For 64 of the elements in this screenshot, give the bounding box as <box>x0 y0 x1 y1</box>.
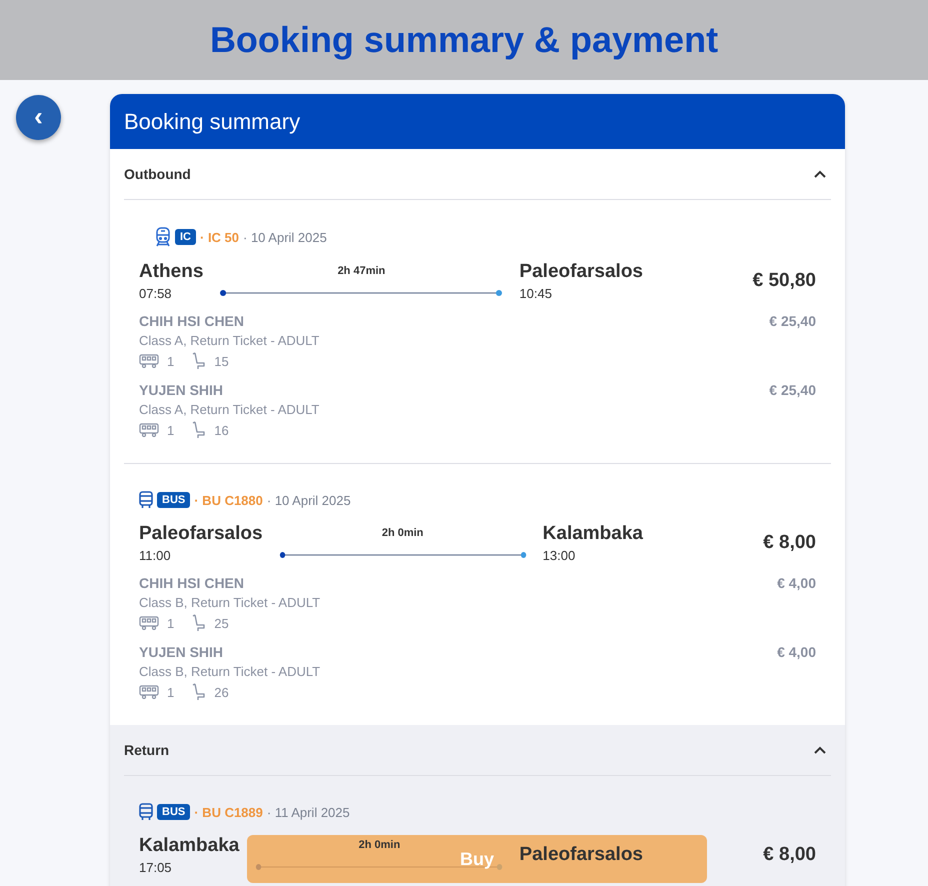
ticket-type: Class A, Return Ticket - ADULT <box>139 333 320 348</box>
passenger-price: € 4,00 <box>777 644 816 662</box>
coach-icon <box>139 685 159 699</box>
seat-number: 25 <box>214 616 229 630</box>
passenger-name: YUJEN SHIH <box>139 382 224 398</box>
passenger-price: € 25,40 <box>769 313 816 331</box>
coach-number: 1 <box>167 354 174 368</box>
arrival-city: Paleofarsalos <box>519 261 643 283</box>
coach-icon <box>139 423 159 437</box>
seat-icon <box>192 683 206 701</box>
section-title: Return <box>124 742 170 758</box>
service-badge: IC <box>175 229 196 245</box>
departure-time: 11:00 <box>139 548 172 563</box>
back-button[interactable]: ‹ <box>16 95 61 140</box>
seat-number: 15 <box>214 354 229 368</box>
ticket-type: Class A, Return Ticket - ADULT <box>139 402 320 417</box>
ticket-type: Class B, Return Ticket - ADULT <box>139 595 320 610</box>
bus-icon <box>139 491 153 509</box>
duration-label: 2h 0min <box>382 527 424 539</box>
service-number: · BU C1880 <box>194 492 263 508</box>
passenger-price: € 4,00 <box>777 575 816 593</box>
chevron-up-icon[interactable] <box>814 170 826 178</box>
departure-city: Athens <box>139 261 204 283</box>
travel-date: · 11 April 2025 <box>266 804 350 820</box>
departure-city: Kalambaka <box>139 835 240 857</box>
chevron-up-icon[interactable] <box>814 746 826 754</box>
section-title: Outbound <box>124 166 191 182</box>
duration-label: 2h 47min <box>338 265 386 277</box>
ticket-type: Class B, Return Ticket - ADULT <box>139 664 320 679</box>
passenger-name: YUJEN SHIH <box>139 644 224 660</box>
seat-number: 16 <box>214 422 229 438</box>
train-icon <box>155 227 171 247</box>
coach-icon <box>139 354 159 368</box>
arrival-city: Paleofarsalos <box>519 844 643 866</box>
travel-date: · 10 April 2025 <box>243 230 327 244</box>
coach-number: 1 <box>167 684 174 700</box>
service-number: · IC 50 <box>200 230 240 244</box>
departure-time: 07:58 <box>139 286 173 301</box>
card-title: Booking summary <box>124 108 300 134</box>
segment-price: € 8,00 <box>762 532 816 554</box>
arrival-time: 10:45 <box>519 286 553 301</box>
seat-icon <box>192 421 206 439</box>
page-title: Booking summary & payment <box>210 19 718 61</box>
service-badge: BUS <box>157 492 190 508</box>
service-badge: BUS <box>157 804 190 820</box>
departure-city: Paleofarsalos <box>139 523 263 545</box>
travel-date: · 10 April 2025 <box>266 492 351 508</box>
passenger-name: CHIH HSI CHEN <box>139 575 246 591</box>
passenger-name: CHIH HSI CHEN <box>139 313 246 329</box>
seat-icon <box>192 352 206 370</box>
duration-label: 2h 0min <box>358 839 400 851</box>
coach-icon <box>139 616 159 630</box>
segment-price: € 8,00 <box>762 844 816 866</box>
coach-number: 1 <box>167 616 174 630</box>
departure-time: 17:05 <box>139 860 173 875</box>
passenger-price: € 25,40 <box>769 382 816 400</box>
seat-icon <box>192 614 206 632</box>
coach-number: 1 <box>167 422 174 438</box>
seat-number: 26 <box>214 684 229 700</box>
bus-icon <box>139 803 153 821</box>
segment-price: € 50,80 <box>752 270 816 292</box>
arrival-city: Kalambaka <box>542 523 643 545</box>
arrival-time: 13:00 <box>542 548 576 563</box>
service-number: · BU C1889 <box>194 804 263 820</box>
